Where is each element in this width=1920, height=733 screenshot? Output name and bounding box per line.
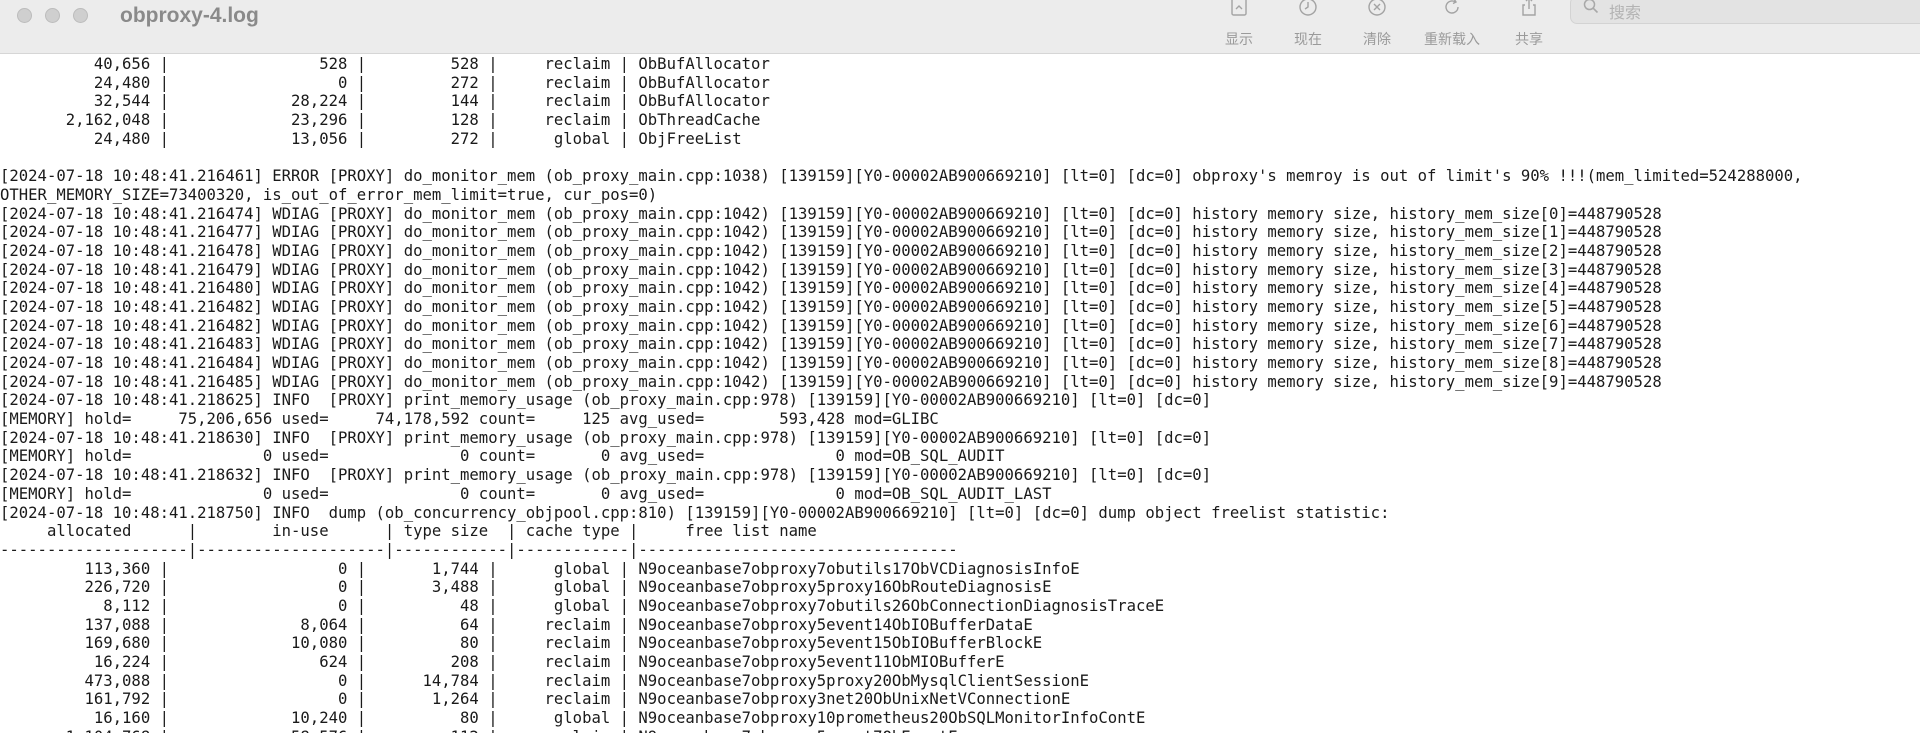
log-line: [2024-07-18 10:48:41.216483] WDIAG [PROX… [0, 335, 1662, 354]
log-line: 2,162,048 | 23,296 | 128 | reclaim | ObT… [0, 111, 761, 130]
log-line: [2024-07-18 10:48:41.216474] WDIAG [PROX… [0, 204, 1662, 223]
log-line: [2024-07-18 10:48:41.218630] INFO [PROXY… [0, 428, 1212, 447]
show-button-label: 显示 [1225, 32, 1253, 48]
window-titlebar: obproxy-4.log 显示 现在 清除 重新载入 共享 搜索 [0, 0, 1920, 54]
log-line: 40,656 | 528 | 528 | reclaim | ObBufAllo… [0, 55, 770, 73]
log-line: [2024-07-18 10:48:41.216482] WDIAG [PROX… [0, 316, 1662, 335]
reload-button-label: 重新载入 [1424, 32, 1480, 48]
minimize-window-button[interactable] [45, 8, 60, 23]
log-line: 113,360 | 0 | 1,744 | global | N9oceanba… [0, 559, 1080, 578]
log-line: 137,088 | 8,064 | 64 | reclaim | N9ocean… [0, 615, 1033, 634]
log-line: [2024-07-18 10:48:41.216482] WDIAG [PROX… [0, 297, 1662, 316]
log-line: [2024-07-18 10:48:41.216480] WDIAG [PROX… [0, 279, 1662, 298]
log-content[interactable]: 40,656 | 528 | 528 | reclaim | ObBufAllo… [0, 55, 1920, 733]
share-icon [1520, 0, 1538, 19]
search-icon [1583, 0, 1599, 19]
clear-icon [1367, 0, 1387, 19]
log-line: [MEMORY] hold= 0 used= 0 count= 0 avg_us… [0, 484, 1052, 503]
log-line: 16,160 | 10,240 | 80 | global | N9oceanb… [0, 709, 1146, 728]
log-line: [2024-07-18 10:48:41.218750] INFO dump (… [0, 503, 1390, 522]
log-line: 32,544 | 28,224 | 144 | reclaim | ObBufA… [0, 92, 770, 111]
clear-button-label: 清除 [1363, 32, 1391, 48]
share-button[interactable]: 共享 [1493, 0, 1565, 49]
log-line: [MEMORY] hold= 0 used= 0 count= 0 avg_us… [0, 447, 1005, 466]
log-line: [2024-07-18 10:48:41.216461] ERROR [PROX… [0, 167, 1803, 186]
show-button[interactable]: 显示 [1203, 0, 1275, 49]
clear-button[interactable]: 清除 [1341, 0, 1413, 49]
log-line: [MEMORY] hold= 75,206,656 used= 74,178,5… [0, 410, 939, 429]
log-line: 161,792 | 0 | 1,264 | reclaim | N9oceanb… [0, 690, 1071, 709]
reload-icon [1442, 0, 1462, 19]
log-line: 226,720 | 0 | 3,488 | global | N9oceanba… [0, 578, 1052, 597]
log-line: [2024-07-18 10:48:41.216477] WDIAG [PROX… [0, 223, 1662, 242]
log-line: [2024-07-18 10:48:41.216485] WDIAG [PROX… [0, 372, 1662, 391]
now-button-label: 现在 [1294, 32, 1322, 48]
log-line: 24,480 | 13,056 | 272 | global | ObjFree… [0, 129, 742, 148]
log-line: [2024-07-18 10:48:41.216484] WDIAG [PROX… [0, 354, 1662, 372]
log-line: 473,088 | 0 | 14,784 | reclaim | N9ocean… [0, 671, 1090, 690]
zoom-window-button[interactable] [73, 8, 88, 23]
log-line: 24,480 | 0 | 272 | reclaim | ObBufAlloca… [0, 73, 770, 92]
document-icon [1230, 0, 1248, 19]
log-line: OTHER_MEMORY_SIZE=73400320, is_out_of_er… [0, 185, 658, 204]
clock-icon [1298, 0, 1318, 19]
log-line: [2024-07-18 10:48:41.216478] WDIAG [PROX… [0, 241, 1662, 260]
search-field[interactable]: 搜索 [1570, 0, 1920, 24]
search-placeholder: 搜索 [1609, 3, 1642, 22]
now-button[interactable]: 现在 [1272, 0, 1344, 49]
log-line: allocated | in-use | type size | cache t… [0, 522, 817, 541]
window-title: obproxy-4.log [120, 4, 259, 27]
log-line: [2024-07-18 10:48:41.216479] WDIAG [PROX… [0, 260, 1662, 279]
log-line: 8,112 | 0 | 48 | global | N9oceanbase7ob… [0, 596, 1165, 615]
close-window-button[interactable] [17, 8, 32, 23]
log-line: [2024-07-18 10:48:41.218625] INFO [PROXY… [0, 391, 1212, 410]
log-line: [2024-07-18 10:48:41.218632] INFO [PROXY… [0, 466, 1212, 485]
window-controls [17, 8, 88, 23]
share-button-label: 共享 [1515, 32, 1543, 48]
log-line: 1,104,768 | 58,576 | 112 | reclaim | N9o… [0, 728, 1920, 733]
log-line: --------------------|-------------------… [0, 540, 958, 559]
log-line: 169,680 | 10,080 | 80 | reclaim | N9ocea… [0, 634, 1043, 653]
log-line: 16,224 | 624 | 208 | reclaim | N9oceanba… [0, 653, 1005, 671]
reload-button[interactable]: 重新载入 [1416, 0, 1488, 49]
